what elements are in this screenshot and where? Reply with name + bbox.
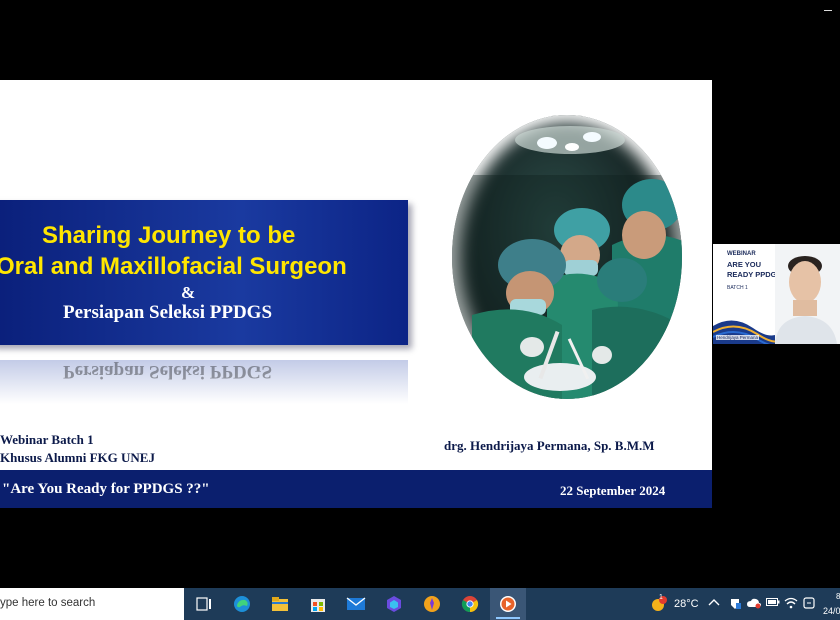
- taskbar-search-box[interactable]: ype here to search: [0, 588, 184, 620]
- app-icon-2[interactable]: [422, 594, 442, 614]
- event-line2: Khusus Alumni FKG UNEJ: [0, 450, 155, 465]
- cloud-sync-icon[interactable]: [746, 597, 762, 612]
- weather-badge: 1: [659, 594, 663, 601]
- tile-batch: BATCH 1: [727, 285, 748, 291]
- speaker-avatar: [775, 244, 840, 344]
- speaker-video-tile[interactable]: WEBINAR ARE YOU READY PPDGS? BATCH 1 Hen…: [713, 244, 840, 344]
- edge-icon[interactable]: [232, 594, 252, 614]
- slide-subtitle: Persiapan Seleksi PPDGS: [63, 302, 273, 323]
- app-icon[interactable]: [384, 594, 404, 614]
- search-placeholder: ype here to search: [0, 597, 96, 609]
- presentation-slide: Sharing Journey to be Oral and Maxillofa…: [0, 80, 712, 508]
- mail-icon[interactable]: [346, 594, 366, 614]
- task-view-icon[interactable]: [194, 594, 214, 614]
- active-app-indicator: [496, 617, 520, 619]
- virtual-background-card: WEBINAR ARE YOU READY PPDGS? BATCH 1: [713, 244, 786, 344]
- event-line1: Webinar Batch 1: [0, 432, 94, 447]
- speaker-name-label: Hendrijaya Permana: [716, 335, 760, 340]
- battery-icon[interactable]: [766, 597, 780, 610]
- reflection-text: Persiapan Seleksi PPDGS: [63, 361, 273, 382]
- media-player-icon[interactable]: [498, 594, 518, 614]
- slide-ampersand: &: [181, 283, 196, 302]
- window-minimize-button[interactable]: [824, 10, 832, 11]
- slide-title-line1: Sharing Journey to be: [42, 222, 296, 249]
- surgery-photo-illustration: [452, 126, 682, 399]
- slide-title-line2: Oral and Maxillofacial Surgeon: [0, 253, 347, 280]
- chrome-icon[interactable]: [460, 594, 480, 614]
- wifi-icon[interactable]: [784, 597, 798, 612]
- clock-date[interactable]: 24/0: [823, 606, 840, 616]
- surgery-team-photo: [452, 115, 682, 399]
- slide-tagline: "Are You Ready for PPDGS ??": [2, 481, 210, 497]
- store-icon[interactable]: [308, 594, 328, 614]
- temperature-text[interactable]: 28°C: [674, 598, 699, 610]
- file-explorer-icon[interactable]: [270, 594, 290, 614]
- slide-date: 22 September 2024: [560, 483, 666, 498]
- tile-tag: WEBINAR: [727, 251, 756, 257]
- clock-time[interactable]: 8: [836, 592, 840, 601]
- subtitle-reflection: Persiapan Seleksi PPDGS: [0, 360, 408, 404]
- security-icon[interactable]: [728, 597, 742, 614]
- presenter-name: drg. Hendrijaya Permana, Sp. B.M.M: [444, 438, 655, 453]
- chevron-up-icon[interactable]: [708, 597, 720, 610]
- display-icon[interactable]: [803, 597, 815, 612]
